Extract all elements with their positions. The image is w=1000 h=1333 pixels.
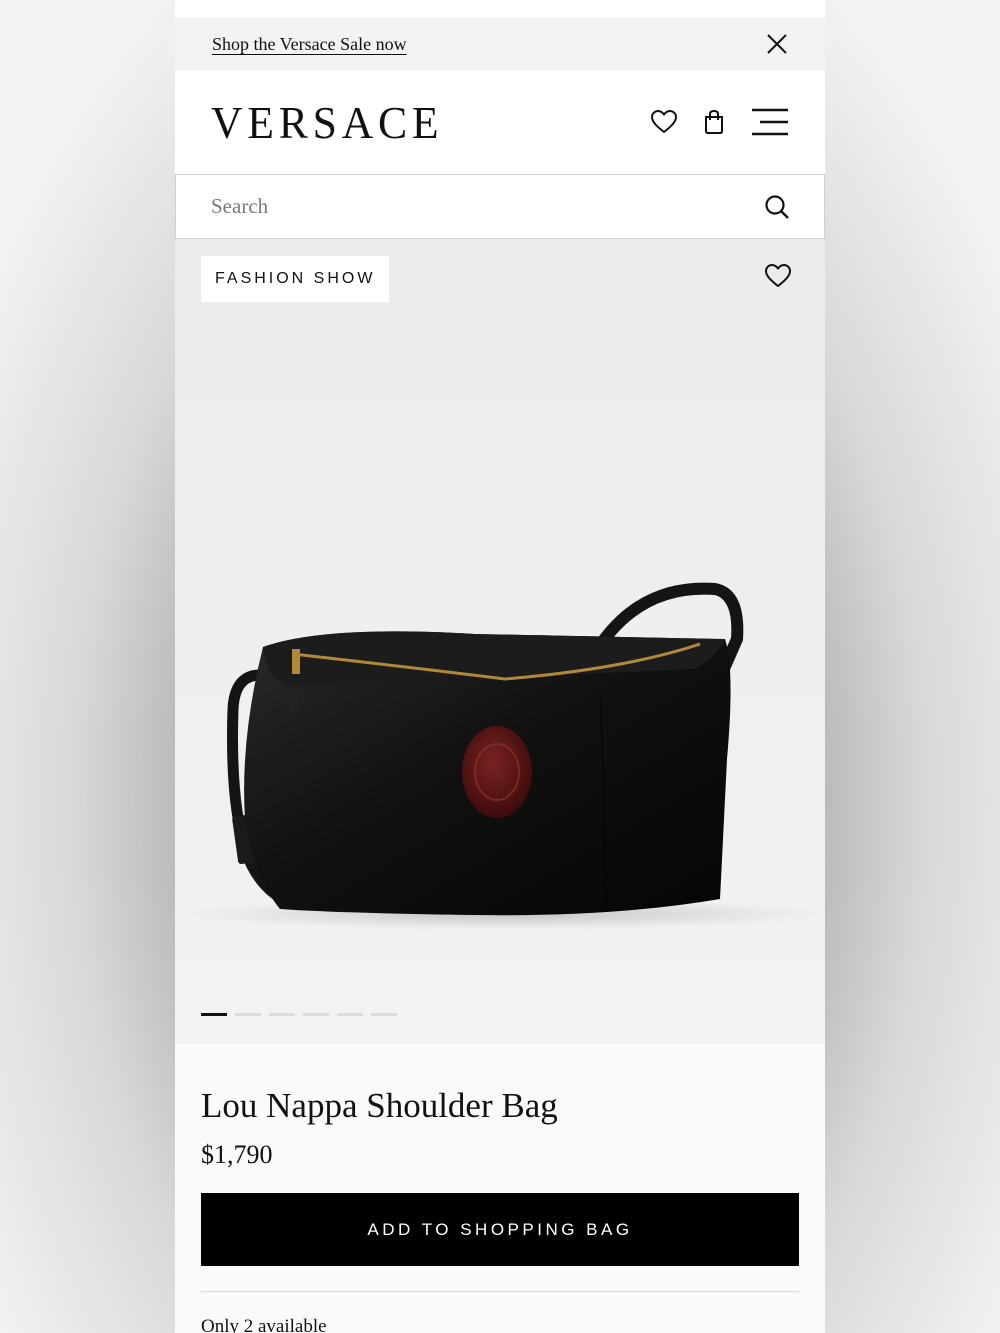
- brand-logo[interactable]: VERSACE: [211, 96, 443, 149]
- site-header: VERSACE: [175, 70, 825, 174]
- carousel-dot[interactable]: [235, 1013, 261, 1016]
- carousel-dot[interactable]: [337, 1013, 363, 1016]
- carousel-dot[interactable]: [303, 1013, 329, 1016]
- menu-hamburger-icon[interactable]: [751, 108, 789, 136]
- close-icon[interactable]: [765, 32, 789, 56]
- product-price: $1,790: [201, 1140, 273, 1169]
- availability-text: Only 2 available: [201, 1316, 327, 1333]
- wishlist-heart-icon[interactable]: [651, 110, 677, 134]
- promo-link[interactable]: Shop the Versace Sale now: [212, 34, 407, 55]
- add-to-bag-button[interactable]: ADD TO SHOPPING BAG: [201, 1193, 799, 1266]
- product-image-carousel[interactable]: FASHION SHOW: [175, 239, 825, 1044]
- carousel-dot[interactable]: [269, 1013, 295, 1016]
- product-image: [185, 582, 825, 930]
- divider: [201, 1291, 799, 1292]
- product-title: Lou Nappa Shoulder Bag: [201, 1086, 558, 1125]
- product-info: Lou Nappa Shoulder Bag $1,790 ADD TO SHO…: [175, 1044, 825, 1333]
- header-icons: [651, 108, 789, 136]
- search-input[interactable]: [209, 193, 693, 220]
- fashion-show-badge: FASHION SHOW: [201, 256, 390, 302]
- promo-banner: Shop the Versace Sale now: [175, 18, 825, 70]
- shopping-bag-icon[interactable]: [703, 109, 725, 135]
- search-icon[interactable]: [764, 194, 790, 220]
- carousel-dot[interactable]: [201, 1013, 227, 1016]
- carousel-dot[interactable]: [371, 1013, 397, 1016]
- product-page: Shop the Versace Sale now VERSACE Search…: [175, 0, 825, 1333]
- carousel-indicators: [201, 1013, 397, 1016]
- favorite-heart-icon[interactable]: [765, 264, 791, 293]
- search-bar: [175, 174, 825, 239]
